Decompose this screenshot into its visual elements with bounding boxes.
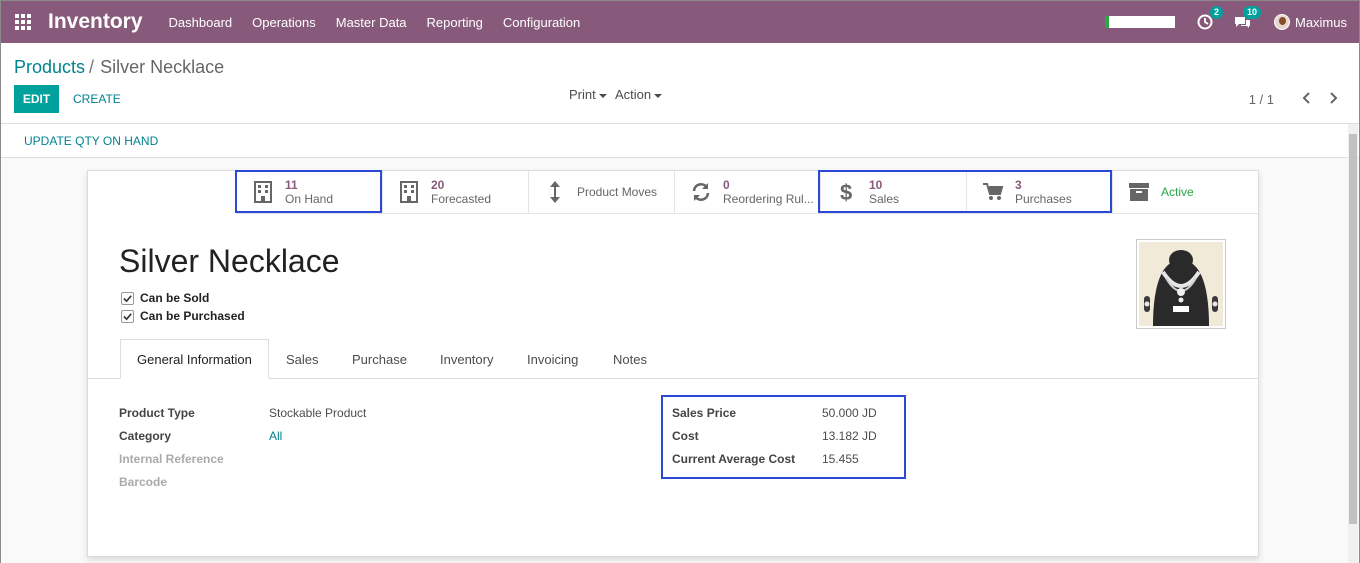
onboarding-progress[interactable] (1104, 16, 1175, 28)
can-be-purchased-label: Can be Purchased (140, 309, 245, 323)
can-be-purchased-checkbox[interactable] (121, 309, 134, 323)
forecasted-value: 20 (431, 178, 445, 192)
apps-grid-icon[interactable] (1, 1, 45, 43)
can-be-sold-checkbox[interactable] (121, 291, 134, 305)
building-icon (397, 180, 421, 204)
tab-general-information[interactable]: General Information (120, 339, 269, 379)
form-sheet: 11 On Hand 20 Forecasted Product Moves 0… (87, 170, 1259, 557)
highlight-sales-purchases (818, 170, 1112, 213)
reordering-label: Reordering Rul... (723, 192, 813, 206)
vertical-arrows-icon (543, 180, 567, 204)
category-label: Category (119, 429, 172, 443)
top-navbar: Inventory Dashboard Operations Master Da… (1, 1, 1359, 43)
reordering-rules-button[interactable]: 0 Reordering Rul... (674, 171, 820, 214)
edit-button[interactable]: EDIT (14, 85, 59, 113)
highlight-on-hand (235, 170, 382, 213)
tab-notes[interactable]: Notes (613, 339, 647, 379)
internal-reference-label: Internal Reference (119, 452, 224, 466)
archive-icon (1127, 180, 1151, 204)
user-menu[interactable]: Maximus (1273, 14, 1347, 30)
active-label: Active (1161, 185, 1194, 199)
tab-inventory[interactable]: Inventory (440, 339, 493, 379)
category-link[interactable]: All (269, 429, 282, 443)
activity-badge: 2 (1209, 6, 1223, 19)
messages-chat-icon[interactable]: 10 (1234, 6, 1261, 31)
can-be-sold-label: Can be Sold (140, 291, 210, 305)
product-moves-button[interactable]: Product Moves (528, 171, 674, 214)
tab-purchase[interactable]: Purchase (352, 339, 407, 379)
forecasted-label: Forecasted (431, 192, 492, 206)
product-moves-label: Product Moves (577, 185, 658, 199)
tab-sales[interactable]: Sales (286, 339, 319, 379)
systray: 2 10 Maximus (1104, 1, 1359, 43)
menu-operations[interactable]: Operations (252, 15, 316, 30)
product-type-value: Stockable Product (269, 406, 367, 420)
notebook-tabs: General Information Sales Purchase Inven… (88, 339, 1258, 379)
menu-reporting[interactable]: Reporting (427, 15, 483, 30)
print-dropdown[interactable]: Print (569, 87, 607, 102)
action-label: Action (615, 87, 652, 102)
menu-configuration[interactable]: Configuration (503, 15, 580, 30)
caret-down-icon (654, 93, 663, 98)
tab-invoicing[interactable]: Invoicing (527, 339, 578, 379)
breadcrumb-products-link[interactable]: Products (14, 57, 85, 77)
chevron-left-icon[interactable] (1300, 91, 1314, 105)
app-brand[interactable]: Inventory (48, 10, 143, 34)
main-menu: Dashboard Operations Master Data Reporti… (169, 15, 601, 30)
caret-down-icon (598, 93, 607, 98)
reordering-value: 0 (723, 178, 730, 192)
menu-dashboard[interactable]: Dashboard (169, 15, 233, 30)
product-image[interactable] (1136, 239, 1226, 329)
refresh-icon (689, 180, 713, 204)
product-name[interactable]: Silver Necklace (119, 243, 340, 280)
print-label: Print (569, 87, 596, 102)
menu-master-data[interactable]: Master Data (336, 15, 407, 30)
update-qty-on-hand-button[interactable]: UPDATE QTY ON HAND (24, 134, 158, 148)
breadcrumb-separator: / (89, 57, 95, 77)
breadcrumb: Products / Silver Necklace (14, 57, 224, 78)
highlight-prices (661, 395, 906, 479)
chevron-right-icon[interactable] (1326, 91, 1340, 105)
can-be-sold-row[interactable]: Can be Sold (121, 291, 209, 305)
product-type-label: Product Type (119, 406, 195, 420)
form-statusbar: UPDATE QTY ON HAND (1, 124, 1359, 158)
vertical-scrollbar[interactable] (1348, 124, 1358, 563)
breadcrumb-current: Silver Necklace (100, 57, 225, 77)
barcode-label: Barcode (119, 475, 168, 489)
user-name: Maximus (1294, 14, 1347, 30)
action-dropdown[interactable]: Action (615, 87, 663, 102)
activity-clock-icon[interactable]: 2 (1196, 6, 1223, 31)
avatar (1273, 14, 1290, 30)
can-be-purchased-row[interactable]: Can be Purchased (121, 309, 245, 323)
active-toggle-button[interactable]: Active (1112, 171, 1258, 214)
forecasted-button[interactable]: 20 Forecasted (382, 171, 528, 214)
scrollbar-thumb[interactable] (1349, 134, 1357, 524)
pager-value[interactable]: 1 / 1 (1249, 92, 1274, 107)
create-button[interactable]: CREATE (73, 85, 121, 113)
messages-badge: 10 (1242, 6, 1261, 19)
